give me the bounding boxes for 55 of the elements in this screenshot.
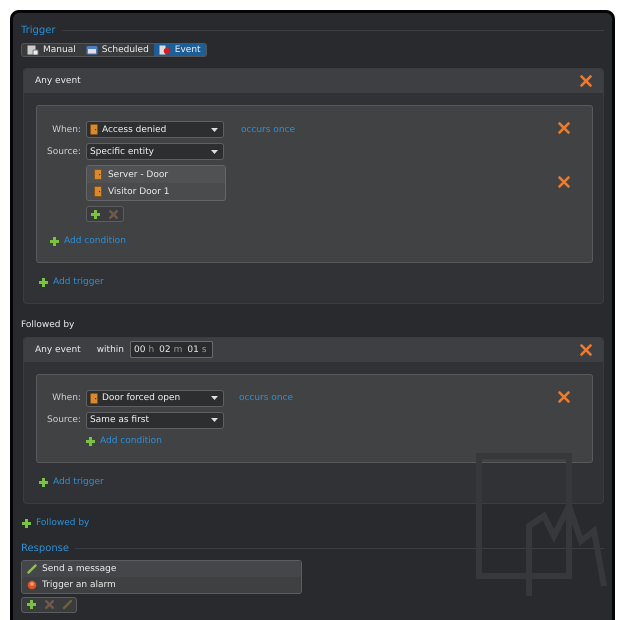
section-title: Response [21, 542, 70, 554]
plus-icon [38, 476, 49, 488]
door-icon [94, 169, 102, 180]
close-icon[interactable] [558, 390, 570, 402]
event-title: Any event [35, 76, 81, 86]
plus-icon [85, 436, 96, 446]
close-icon[interactable] [558, 176, 570, 188]
calendar-icon [86, 45, 98, 55]
plus-icon [38, 276, 49, 288]
when-label: When: [52, 124, 81, 134]
remove-icon [44, 599, 54, 610]
add-trigger-link[interactable]: Add trigger [53, 277, 104, 287]
response-item[interactable]: Trigger an alarm [22, 576, 301, 592]
caret-icon [210, 418, 218, 422]
close-icon[interactable] [558, 122, 570, 134]
plus-icon [49, 236, 60, 246]
plus-icon [26, 599, 36, 610]
alarm-light-icon [27, 580, 37, 590]
add-followed-by-link[interactable]: Followed by [36, 518, 90, 528]
door-icon [90, 392, 98, 404]
pencil-icon [62, 599, 72, 610]
plus-icon [21, 518, 32, 528]
event-title: Any event [35, 344, 81, 354]
response-label: Send a message [42, 564, 116, 574]
caret-icon [210, 128, 218, 132]
pencil-icon [27, 564, 37, 574]
door-icon [94, 186, 102, 197]
response-item[interactable]: Send a message [22, 560, 301, 576]
event-dropdown[interactable]: Access denied [86, 121, 224, 138]
source-dropdown[interactable]: Same as first [86, 412, 224, 428]
duration-field[interactable]: 00 h 02 m 01 s [130, 341, 213, 358]
source-label: Source: [47, 415, 81, 425]
event-dropdown[interactable]: Door forced open [86, 390, 224, 406]
remove-icon [108, 208, 120, 220]
caret-icon [210, 396, 218, 400]
close-icon[interactable] [580, 344, 592, 356]
source-label: Source: [47, 146, 81, 156]
tab[interactable]: Manual [22, 44, 81, 56]
within-label: within [96, 344, 124, 354]
when-label: When: [52, 393, 81, 403]
entity-item[interactable]: Server - Door [86, 166, 225, 183]
entity-item[interactable]: Visitor Door 1 [86, 183, 225, 200]
close-icon[interactable] [580, 75, 592, 87]
section-title: Trigger [21, 25, 56, 36]
door-icon [90, 124, 98, 135]
form-icon [27, 45, 39, 55]
tab[interactable]: Scheduled [80, 44, 154, 56]
tab[interactable]: Event [154, 44, 206, 56]
followed-by-label: Followed by [21, 320, 74, 330]
add-trigger-link[interactable]: Add trigger [53, 477, 104, 487]
plus-icon [90, 208, 102, 220]
event-icon [158, 45, 171, 55]
response-label: Trigger an alarm [42, 580, 116, 590]
caret-icon [210, 150, 218, 154]
source-dropdown[interactable]: Specific entity [86, 143, 224, 160]
